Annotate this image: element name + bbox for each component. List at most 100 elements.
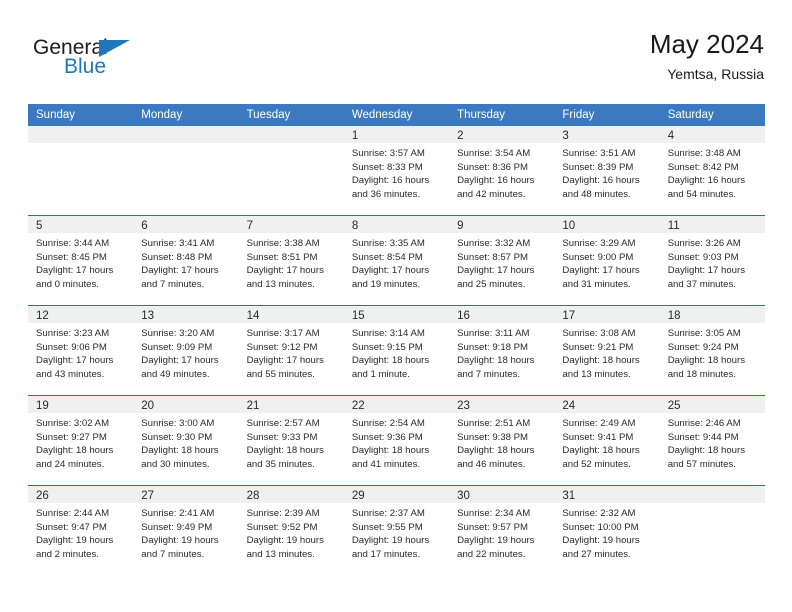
- sunrise-text: Sunrise: 3:32 AM: [457, 238, 531, 249]
- day-cell[interactable]: 27 Sunrise: 2:41 AM Sunset: 9:49 PM Dayligh…: [133, 486, 239, 575]
- calendar-grid: Sunday Monday Tuesday Wednesday Thursday…: [28, 104, 765, 575]
- day-number-band: [238, 126, 344, 143]
- sunset-text: Sunset: 9:52 PM: [246, 521, 318, 533]
- day-cell[interactable]: 5 Sunrise: 3:44 AM Sunset: 8:45 PM Daylight…: [28, 216, 134, 305]
- daylight-text: Daylight: 18 hours and 46 minutes.: [457, 445, 535, 470]
- weekday-wednesday: Wednesday: [351, 109, 413, 121]
- day-number: 6: [141, 220, 148, 232]
- day-cell[interactable]: 20 Sunrise: 3:00 AM Sunset: 9:30 PM Dayligh…: [133, 396, 239, 485]
- day-cell[interactable]: 25 Sunrise: 2:46 AM Sunset: 9:44 PM Dayligh…: [659, 396, 765, 485]
- day-cell[interactable]: 7 Sunrise: 3:38 AM Sunset: 8:51 PM Daylight…: [238, 216, 344, 305]
- day-number-band: 23: [449, 396, 555, 413]
- day-cell[interactable]: 15 Sunrise: 3:14 AM Sunset: 9:15 PM Dayligh…: [343, 306, 450, 395]
- day-details: Sunrise: 3:35 AM Sunset: 8:54 PM Daylight:…: [344, 233, 449, 291]
- daylight-text: Daylight: 18 hours and 41 minutes.: [351, 445, 430, 470]
- day-cell[interactable]: 12 Sunrise: 3:23 AM Sunset: 9:06 PM Dayligh…: [28, 306, 134, 395]
- week-row: 12 Sunrise: 3:23 AM Sunset: 9:06 PM Dayligh…: [28, 305, 765, 395]
- day-cell[interactable]: 22 Sunrise: 2:54 AM Sunset: 9:36 PM Dayligh…: [343, 396, 450, 485]
- sunset-text: Sunset: 9:15 PM: [351, 341, 423, 353]
- sunset-text: Sunset: 9:44 PM: [667, 431, 739, 443]
- page-subtitle: Yemtsa, Russia: [667, 66, 764, 82]
- day-number: 15: [351, 310, 365, 322]
- day-number: 11: [667, 220, 680, 232]
- day-cell[interactable]: 23 Sunrise: 2:51 AM Sunset: 9:38 PM Dayligh…: [449, 396, 555, 485]
- day-number-band: 21: [238, 396, 344, 413]
- daylight-text: Daylight: 17 hours and 13 minutes.: [246, 265, 324, 290]
- day-number-band: 1: [343, 126, 450, 143]
- day-number-band: 10: [554, 216, 660, 233]
- day-details: Sunrise: 2:46 AM Sunset: 9:44 PM Daylight:…: [660, 413, 765, 471]
- weekday-sunday: Sunday: [36, 109, 76, 121]
- day-details: Sunrise: 2:57 AM Sunset: 9:33 PM Daylight:…: [239, 413, 344, 471]
- day-cell[interactable]: 26 Sunrise: 2:44 AM Sunset: 9:47 PM Dayligh…: [28, 486, 134, 575]
- day-cell[interactable]: 2 Sunrise: 3:54 AM Sunset: 8:36 PM Daylight…: [449, 126, 555, 215]
- sunset-text: Sunset: 8:39 PM: [562, 161, 634, 173]
- sunrise-text: Sunrise: 2:41 AM: [141, 508, 215, 519]
- logo-text-blue: Blue: [64, 55, 107, 78]
- sunrise-text: Sunrise: 2:44 AM: [36, 508, 110, 519]
- sunrise-text: Sunrise: 3:14 AM: [351, 328, 425, 339]
- daylight-text: Daylight: 18 hours and 18 minutes.: [667, 355, 746, 380]
- sunset-text: Sunset: 9:41 PM: [562, 431, 634, 443]
- daylight-text: Daylight: 17 hours and 43 minutes.: [36, 355, 114, 380]
- day-cell[interactable]: 16 Sunrise: 3:11 AM Sunset: 9:18 PM Dayligh…: [449, 306, 555, 395]
- day-number-band: 19: [28, 396, 134, 413]
- daylight-text: Daylight: 18 hours and 52 minutes.: [562, 445, 640, 470]
- sunset-text: Sunset: 9:33 PM: [246, 431, 318, 443]
- general-blue-logo[interactable]: General Blue: [33, 36, 183, 84]
- day-details: Sunrise: 3:41 AM Sunset: 8:48 PM Daylight:…: [133, 233, 238, 291]
- day-cell[interactable]: 4 Sunrise: 3:48 AM Sunset: 8:42 PM Daylight…: [659, 126, 765, 215]
- day-details: Sunrise: 3:51 AM Sunset: 8:39 PM Daylight:…: [554, 143, 659, 201]
- daylight-text: Daylight: 17 hours and 0 minutes.: [36, 265, 114, 290]
- day-cell[interactable]: 11 Sunrise: 3:26 AM Sunset: 9:03 PM Dayligh…: [659, 216, 765, 305]
- day-cell[interactable]: 24 Sunrise: 2:49 AM Sunset: 9:41 PM Dayligh…: [554, 396, 660, 485]
- weekday-monday: Monday: [141, 109, 183, 121]
- daylight-text: Daylight: 18 hours and 35 minutes.: [246, 445, 324, 470]
- sunset-text: Sunset: 8:54 PM: [351, 251, 423, 263]
- sunrise-text: Sunrise: 3:44 AM: [36, 238, 110, 249]
- day-number: 22: [351, 400, 365, 412]
- day-number: 31: [562, 490, 576, 502]
- day-number-band: 31: [554, 486, 660, 503]
- day-number-band: 25: [659, 396, 765, 413]
- day-details: Sunrise: 3:17 AM Sunset: 9:12 PM Daylight:…: [239, 323, 344, 381]
- day-cell[interactable]: 9 Sunrise: 3:32 AM Sunset: 8:57 PM Daylight…: [449, 216, 555, 305]
- day-cell[interactable]: 10 Sunrise: 3:29 AM Sunset: 9:00 PM Dayligh…: [554, 216, 660, 305]
- sunrise-text: Sunrise: 3:11 AM: [457, 328, 530, 339]
- weekday-saturday: Saturday: [667, 109, 714, 121]
- daylight-text: Daylight: 19 hours and 2 minutes.: [36, 535, 114, 560]
- day-number: 14: [246, 310, 260, 322]
- day-cell[interactable]: 21 Sunrise: 2:57 AM Sunset: 9:33 PM Dayligh…: [238, 396, 344, 485]
- title-block: May 2024 Yemtsa, Russia: [650, 28, 764, 84]
- daylight-text: Daylight: 17 hours and 7 minutes.: [141, 265, 219, 290]
- sunset-text: Sunset: 10:00 PM: [562, 521, 639, 533]
- sunrise-text: Sunrise: 3:05 AM: [667, 328, 741, 339]
- daylight-text: Daylight: 16 hours and 36 minutes.: [351, 175, 430, 200]
- day-cell[interactable]: 14 Sunrise: 3:17 AM Sunset: 9:12 PM Dayligh…: [238, 306, 344, 395]
- day-cell[interactable]: 1 Sunrise: 3:57 AM Sunset: 8:33 PM Daylight…: [343, 126, 450, 215]
- day-number: 8: [351, 220, 359, 232]
- day-details: Sunrise: 3:57 AM Sunset: 8:33 PM Daylight:…: [344, 143, 449, 201]
- weekday-thursday: Thursday: [457, 109, 506, 121]
- day-cell[interactable]: 13 Sunrise: 3:20 AM Sunset: 9:09 PM Dayligh…: [133, 306, 239, 395]
- day-cell[interactable]: 8 Sunrise: 3:35 AM Sunset: 8:54 PM Daylight…: [343, 216, 450, 305]
- day-details: Sunrise: 3:02 AM Sunset: 9:27 PM Daylight:…: [28, 413, 133, 471]
- day-details: Sunrise: 3:14 AM Sunset: 9:15 PM Daylight:…: [344, 323, 449, 381]
- day-cell[interactable]: 29 Sunrise: 2:37 AM Sunset: 9:55 PM Dayligh…: [343, 486, 450, 575]
- day-cell[interactable]: 17 Sunrise: 3:08 AM Sunset: 9:21 PM Dayligh…: [554, 306, 660, 395]
- sunrise-text: Sunrise: 2:32 AM: [562, 508, 636, 519]
- sunset-text: Sunset: 8:57 PM: [457, 251, 529, 263]
- day-cell[interactable]: 18 Sunrise: 3:05 AM Sunset: 9:24 PM Dayligh…: [659, 306, 765, 395]
- daylight-text: Daylight: 19 hours and 27 minutes.: [562, 535, 640, 560]
- day-cell[interactable]: 30 Sunrise: 2:34 AM Sunset: 9:57 PM Dayligh…: [449, 486, 555, 575]
- day-cell[interactable]: 6 Sunrise: 3:41 AM Sunset: 8:48 PM Daylight…: [133, 216, 239, 305]
- day-cell[interactable]: 28 Sunrise: 2:39 AM Sunset: 9:52 PM Dayligh…: [238, 486, 344, 575]
- day-cell[interactable]: 3 Sunrise: 3:51 AM Sunset: 8:39 PM Daylight…: [554, 126, 660, 215]
- week-row: 5 Sunrise: 3:44 AM Sunset: 8:45 PM Daylight…: [28, 215, 765, 305]
- week-row: 26 Sunrise: 2:44 AM Sunset: 9:47 PM Dayligh…: [28, 485, 765, 575]
- day-details: Sunrise: 3:00 AM Sunset: 9:30 PM Daylight:…: [133, 413, 238, 471]
- day-cell[interactable]: 31 Sunrise: 2:32 AM Sunset: 10:00 PM Daylig…: [554, 486, 660, 575]
- day-number: 29: [351, 490, 365, 502]
- day-cell[interactable]: 19 Sunrise: 3:02 AM Sunset: 9:27 PM Dayligh…: [28, 396, 134, 485]
- day-number: 12: [36, 310, 49, 322]
